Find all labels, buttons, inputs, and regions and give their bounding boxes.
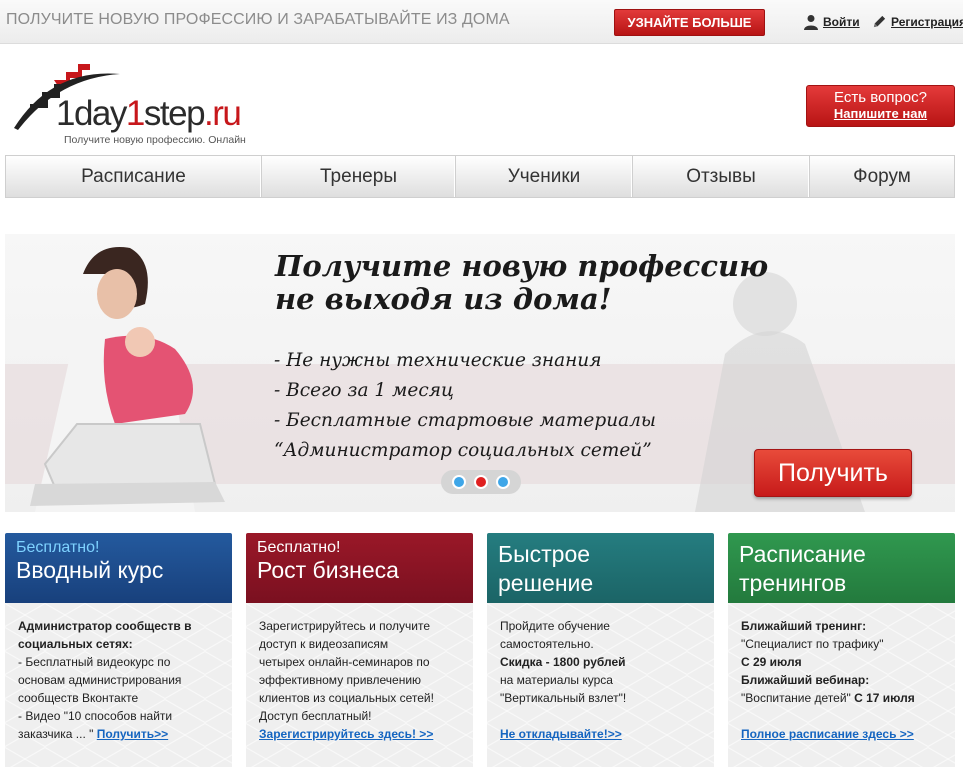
- pencil-icon: [873, 15, 886, 28]
- card-title: Рост бизнеса: [257, 557, 399, 583]
- card-header: Расписание тренингов: [728, 533, 955, 603]
- user-icon: [804, 15, 818, 30]
- banner-bullet: - Не нужны технические знания: [274, 350, 602, 371]
- card-header: Быстрое решение: [487, 533, 714, 603]
- dont-delay-link[interactable]: Не откладывайте!>>: [500, 727, 622, 741]
- register-link[interactable]: Регистрация: [872, 14, 963, 29]
- card-training-schedule: Расписание тренингов Ближайший тренинг: …: [728, 533, 955, 767]
- card-title: Вводный курс: [16, 557, 164, 583]
- login-label: Войти: [823, 15, 860, 29]
- nav-item-students[interactable]: Ученики: [456, 156, 633, 197]
- nav-item-trainers[interactable]: Тренеры: [262, 156, 456, 197]
- question-line1: Есть вопрос?: [834, 89, 927, 106]
- register-here-link[interactable]: Зарегистрируйтесь здесь! >>: [259, 727, 433, 741]
- logo-tagline: Получите новую профессию. Онлайн: [64, 134, 246, 146]
- learn-more-button[interactable]: УЗНАЙТЕ БОЛЬШЕ: [614, 9, 765, 36]
- full-schedule-link[interactable]: Полное расписание здесь >>: [741, 727, 914, 741]
- top-bar: ПОЛУЧИТЕ НОВУЮ ПРОФЕССИЮ И ЗАРАБАТЫВАЙТЕ…: [0, 0, 963, 44]
- nav-item-schedule[interactable]: Расписание: [6, 156, 262, 197]
- register-label: Регистрация: [891, 14, 963, 29]
- nav-item-forum[interactable]: Форум: [810, 156, 954, 197]
- ask-question-button[interactable]: Есть вопрос? Напишите нам: [806, 85, 955, 127]
- get-intro-link[interactable]: Получить>>: [97, 727, 168, 741]
- site-logo[interactable]: 1day1step.ru Получите новую профессию. О…: [12, 58, 292, 150]
- banner-bullets: - Не нужны технические знания - Всего за…: [274, 346, 656, 466]
- card-intro-course: Бесплатно! Вводный курс Администратор со…: [5, 533, 232, 767]
- card-body: Ближайший тренинг: "Специалист по трафик…: [728, 603, 955, 767]
- card-title: Быстрое: [498, 541, 591, 567]
- card-header: Бесплатно! Вводный курс: [5, 533, 232, 603]
- card-body: Пройдите обучение самостоятельно. Скидка…: [487, 603, 714, 767]
- slider-dots: [441, 470, 521, 494]
- slider-dot-1[interactable]: [452, 475, 466, 489]
- hero-banner[interactable]: Получите новую профессию не выходя из до…: [5, 234, 955, 512]
- card-header: Бесплатно! Рост бизнеса: [246, 533, 473, 603]
- card-business-growth: Бесплатно! Рост бизнеса Зарегистрируйтес…: [246, 533, 473, 767]
- card-body: Зарегистрируйтесь и получите доступ к ви…: [246, 603, 473, 767]
- nav-item-reviews[interactable]: Отзывы: [633, 156, 810, 197]
- card-quick-solution: Быстрое решение Пройдите обучение самост…: [487, 533, 714, 767]
- slider-dot-2[interactable]: [474, 475, 488, 489]
- promo-text: ПОЛУЧИТЕ НОВУЮ ПРОФЕССИЮ И ЗАРАБАТЫВАЙТЕ…: [6, 11, 510, 28]
- get-button[interactable]: Получить: [754, 449, 912, 497]
- card-body: Администратор сообществ в социальных сет…: [5, 603, 232, 767]
- slider-dot-3[interactable]: [496, 475, 510, 489]
- card-title: Расписание: [739, 541, 866, 567]
- banner-bullet: - Бесплатные стартовые материалы: [274, 410, 656, 431]
- main-nav: Расписание Тренеры Ученики Отзывы Форум: [5, 155, 955, 198]
- logo-wordmark: 1day1step.ru: [56, 94, 242, 133]
- banner-bullet: “Администратор социальных сетей”: [274, 440, 652, 461]
- banner-bullet: - Всего за 1 месяц: [274, 380, 454, 401]
- banner-title: Получите новую профессию не выходя из до…: [275, 249, 769, 316]
- question-line2: Напишите нам: [833, 106, 928, 121]
- login-link[interactable]: Войти: [803, 14, 860, 30]
